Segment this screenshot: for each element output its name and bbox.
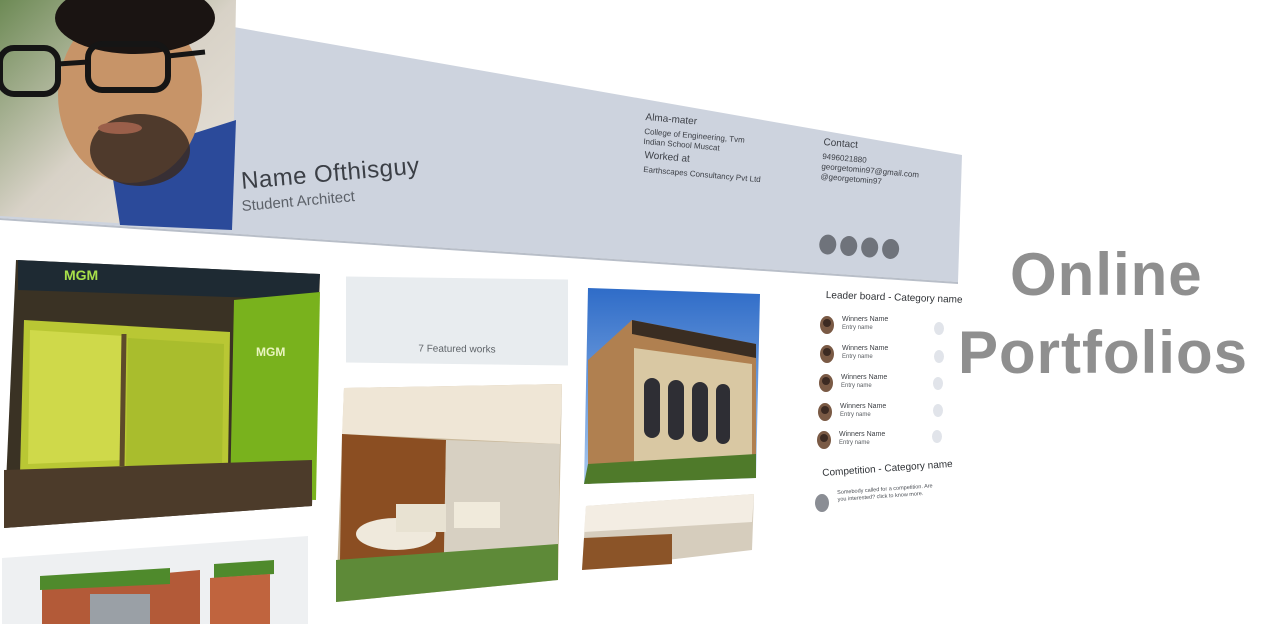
avatar (817, 431, 831, 449)
avatar (820, 316, 834, 334)
project-tile-interior[interactable] (336, 384, 566, 602)
leaderboard-indicator (933, 377, 943, 390)
winner-name: Winners Name (840, 403, 887, 410)
competition-title: Competition - Category name (822, 458, 954, 479)
project-tile-diagnostics[interactable]: MGM MGM (4, 260, 320, 528)
entry-name: Entry name (839, 440, 870, 446)
winner-name: Winners Name (839, 431, 886, 438)
avatar (815, 494, 829, 512)
social-icon[interactable] (839, 235, 858, 257)
social-icon[interactable] (860, 236, 879, 259)
leaderboard-indicator (934, 350, 944, 363)
contact-block: Contact 9496021880 georgetomin97@gmail.c… (820, 137, 922, 190)
leaderboard-indicator (933, 404, 943, 417)
avatar (819, 374, 833, 392)
social-icon[interactable] (881, 238, 900, 260)
entry-name: Entry name (842, 325, 873, 331)
project-tile-building[interactable] (584, 288, 760, 484)
leaderboard-indicator (932, 430, 942, 443)
leaderboard-indicator (934, 322, 944, 335)
heading-portfolios: Portfolios (958, 319, 1248, 386)
winner-name: Winners Name (842, 316, 889, 323)
entry-name: Entry name (842, 354, 873, 360)
featured-works-tile[interactable]: 7 Featured works (346, 276, 568, 366)
portfolio-mockup: Name Ofthisguy Student Architect Alma-ma… (0, 0, 1272, 624)
avatar (820, 345, 834, 363)
leaderboard-row[interactable]: Winners Name Entry name (820, 316, 888, 334)
svg-text:MGM: MGM (256, 345, 285, 359)
project-tile-terrace[interactable] (0, 534, 310, 624)
svg-text:MGM: MGM (64, 267, 98, 283)
competition-text[interactable]: Somebody called for a competition. Are y… (837, 483, 938, 504)
winner-name: Winners Name (842, 345, 889, 352)
profile-photo (0, 0, 236, 232)
leaderboard-row[interactable]: Winners Name Entry name (819, 374, 887, 392)
leaderboard-row[interactable]: Winners Name Entry name (820, 345, 888, 363)
entry-name: Entry name (841, 383, 872, 389)
leaderboard-row[interactable]: Winners Name Entry name (818, 403, 886, 421)
featured-works-label: 7 Featured works (418, 343, 496, 356)
leaderboard-row[interactable]: Winners Name Entry name (817, 431, 885, 449)
winner-name: Winners Name (841, 374, 888, 381)
project-tile-ceiling[interactable] (582, 494, 754, 570)
entry-name: Entry name (840, 412, 871, 418)
avatar (818, 403, 832, 421)
heading-online: Online (1010, 241, 1203, 308)
social-icon[interactable] (818, 234, 837, 256)
